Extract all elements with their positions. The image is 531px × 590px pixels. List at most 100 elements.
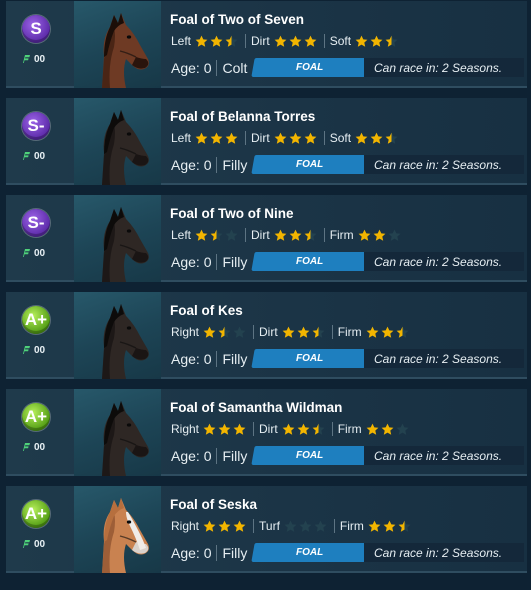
flag-icon	[23, 55, 30, 63]
star-rating	[274, 229, 319, 242]
flag-icon	[23, 346, 30, 354]
aptitude-left: Left	[166, 228, 245, 242]
star-icon	[233, 520, 246, 532]
horse-head-icon	[102, 304, 149, 379]
star-rating	[203, 326, 248, 339]
flag-icon	[23, 540, 30, 548]
horse-portrait	[74, 292, 161, 379]
horse-portrait	[74, 1, 161, 88]
star-icon	[366, 423, 379, 435]
points-value: 00	[34, 247, 46, 259]
aptitude-label: Right	[171, 519, 200, 533]
aptitude-label: Soft	[329, 34, 352, 48]
star-icon	[358, 229, 371, 241]
flag-icon	[23, 443, 30, 451]
horse-card[interactable]: S 00 Foal of Two of Seven Left Dirt Soft A…	[6, 1, 527, 88]
horse-card[interactable]: S- 00 Foal of Belanna Torres Left Dirt Sof…	[6, 98, 527, 185]
grade-badge: A+	[22, 500, 50, 528]
aptitude-label: Dirt	[259, 325, 278, 339]
star-icon	[195, 132, 208, 144]
horse-card[interactable]: A+ 00 Foal of Samantha Wildman Right Dirt…	[6, 389, 527, 476]
star-icon	[383, 520, 396, 532]
star-icon	[289, 132, 302, 144]
star-icon	[233, 423, 246, 435]
horse-info: Age: 0 Filly	[166, 542, 252, 564]
aptitude-firm: Firm	[323, 228, 408, 242]
star-rating	[203, 520, 248, 533]
stage-badge: FOAL	[251, 58, 369, 77]
aptitude-label: Soft	[329, 131, 352, 145]
star-rating	[195, 35, 240, 48]
star-icon	[373, 229, 386, 241]
grade-badge: A+	[22, 403, 50, 431]
aptitudes: Left Dirt Firm	[166, 226, 408, 244]
flag-icon	[23, 152, 30, 160]
aptitudes: Left Dirt Soft	[166, 32, 405, 50]
horse-info: Age: 0 Filly	[166, 348, 252, 370]
stage-badge: FOAL	[251, 543, 369, 562]
star-icon	[225, 35, 238, 47]
stage-badge: FOAL	[251, 446, 369, 465]
aptitude-label: Firm	[337, 325, 362, 339]
aptitude-dirt: Dirt	[253, 325, 332, 339]
star-rating	[366, 423, 411, 436]
aptitude-left: Left	[166, 34, 245, 48]
horse-name: Foal of Samantha Wildman	[170, 400, 343, 415]
star-rating	[203, 423, 248, 436]
star-icon	[304, 229, 317, 241]
points-display: 00	[21, 537, 61, 551]
horse-card[interactable]: A+ 00 Foal of Kes Right Dirt Firm Age: 0 F…	[6, 292, 527, 379]
horse-card[interactable]: A+ 00 Foal of Seska Right Turf Firm Age: 0…	[6, 486, 527, 573]
aptitude-turf: Turf	[253, 519, 334, 533]
star-icon	[218, 423, 231, 435]
star-icon	[304, 132, 317, 144]
points-display: 00	[21, 343, 61, 357]
horse-name: Foal of Kes	[170, 303, 243, 318]
points-value: 00	[34, 344, 46, 356]
star-icon	[274, 229, 287, 241]
star-icon	[385, 132, 398, 144]
horse-age: Age: 0	[171, 254, 212, 270]
horse-head-icon	[102, 207, 149, 282]
star-icon	[297, 326, 310, 338]
star-icon	[368, 520, 381, 532]
horse-card[interactable]: S- 00 Foal of Two of Nine Left Dirt Firm A…	[6, 195, 527, 282]
horse-age: Age: 0	[171, 157, 212, 173]
horse-list: S 00 Foal of Two of Seven Left Dirt Soft A…	[0, 0, 531, 590]
aptitude-soft: Soft	[323, 34, 405, 48]
aptitude-soft: Soft	[323, 131, 405, 145]
aptitude-firm: Firm	[333, 519, 418, 533]
horse-head-icon	[102, 401, 149, 476]
aptitude-label: Dirt	[251, 34, 270, 48]
grade-badge: A+	[22, 306, 50, 334]
race-availability: Can race in: 2 Seasons.	[364, 58, 524, 77]
points-value: 00	[34, 150, 46, 162]
star-icon	[225, 132, 238, 144]
star-icon	[388, 229, 401, 241]
star-icon	[396, 423, 409, 435]
star-rating	[274, 132, 319, 145]
star-icon	[282, 423, 295, 435]
aptitude-label: Right	[171, 422, 200, 436]
horse-portrait	[74, 389, 161, 476]
horse-info: Age: 0 Filly	[166, 251, 252, 273]
star-icon	[203, 326, 216, 338]
aptitudes: Left Dirt Soft	[166, 129, 405, 147]
aptitude-firm: Firm	[331, 422, 416, 436]
star-icon	[370, 132, 383, 144]
horse-head-icon	[102, 110, 149, 185]
horse-sex: Filly	[216, 254, 252, 270]
horse-name: Foal of Seska	[170, 497, 258, 512]
star-icon	[203, 423, 216, 435]
star-icon	[312, 326, 325, 338]
star-icon	[312, 423, 325, 435]
aptitude-left: Left	[166, 131, 245, 145]
aptitudes: Right Dirt Firm	[166, 323, 416, 341]
points-value: 00	[34, 53, 46, 65]
star-rating	[274, 35, 319, 48]
aptitude-right: Right	[166, 519, 253, 533]
horse-name: Foal of Belanna Torres	[170, 109, 316, 124]
stage-badge: FOAL	[251, 252, 369, 271]
star-icon	[210, 229, 223, 241]
aptitudes: Right Turf Firm	[166, 517, 418, 535]
